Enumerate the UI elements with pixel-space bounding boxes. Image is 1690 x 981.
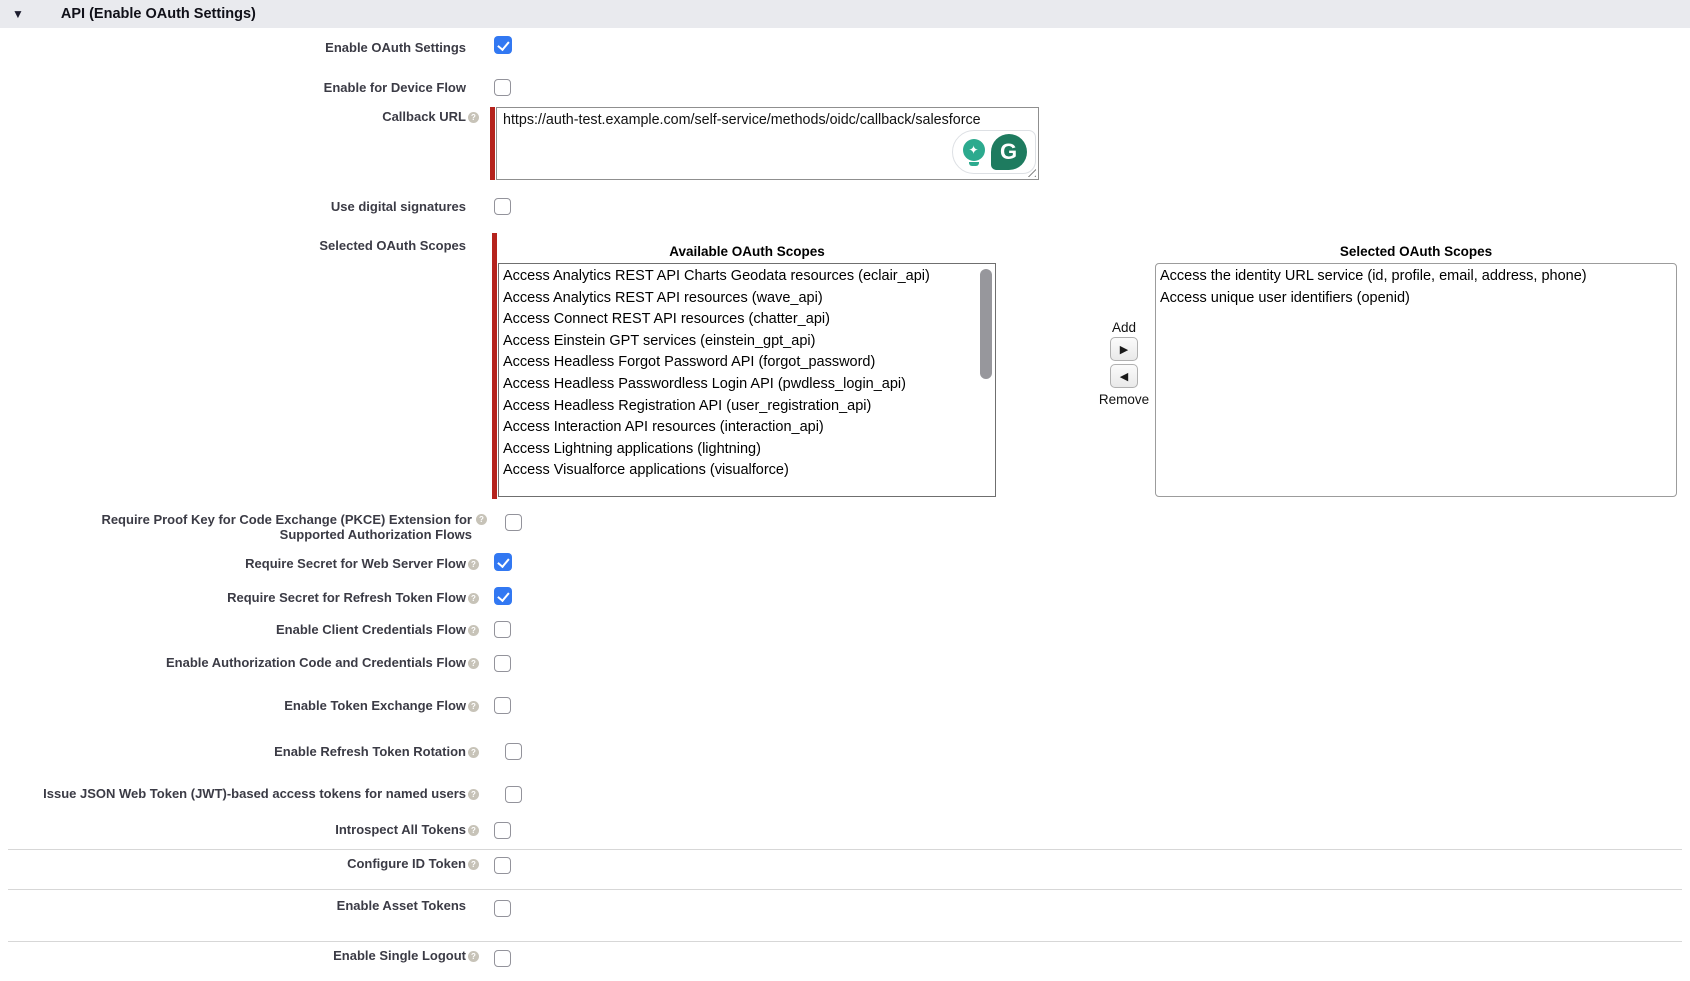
introspect-all-tokens-label: Introspect All Tokens? bbox=[0, 822, 479, 837]
divider bbox=[8, 889, 1682, 890]
callback-url-label: Callback URL? bbox=[0, 109, 479, 124]
introspect-all-tokens-checkbox[interactable] bbox=[494, 822, 511, 839]
required-field-bar bbox=[492, 233, 497, 499]
enable-client-credentials-label: Enable Client Credentials Flow? bbox=[0, 622, 479, 637]
help-icon[interactable]: ? bbox=[468, 593, 479, 604]
add-label: Add bbox=[1094, 320, 1154, 335]
help-icon[interactable]: ? bbox=[468, 859, 479, 870]
enable-device-flow-label: Enable for Device Flow bbox=[0, 80, 479, 95]
scope-option[interactable]: Access Headless Forgot Password API (for… bbox=[503, 352, 995, 374]
help-icon[interactable]: ? bbox=[468, 559, 479, 570]
enable-refresh-token-rotation-checkbox[interactable] bbox=[505, 743, 522, 760]
grammarly-widget[interactable]: ✦ G bbox=[952, 130, 1036, 174]
help-icon[interactable]: ? bbox=[468, 825, 479, 836]
enable-asset-tokens-label: Enable Asset Tokens bbox=[0, 898, 479, 913]
enable-token-exchange-checkbox[interactable] bbox=[494, 697, 511, 714]
enable-oauth-settings-label: Enable OAuth Settings bbox=[0, 40, 479, 55]
scrollbar-thumb[interactable] bbox=[980, 269, 992, 379]
divider bbox=[8, 941, 1682, 942]
oauth-settings-section: ▼ API (Enable OAuth Settings) Enable OAu… bbox=[0, 0, 1690, 981]
use-digital-signatures-label: Use digital signatures bbox=[0, 199, 479, 214]
scope-option[interactable]: Access Lightning applications (lightning… bbox=[503, 439, 995, 461]
label-text: Configure ID Token bbox=[347, 856, 466, 871]
required-field-bar bbox=[490, 107, 495, 180]
remove-label: Remove bbox=[1086, 392, 1162, 407]
arrow-left-icon: ◀ bbox=[1120, 370, 1128, 383]
enable-refresh-token-rotation-label: Enable Refresh Token Rotation? bbox=[0, 744, 479, 759]
label-text: Issue JSON Web Token (JWT)-based access … bbox=[43, 786, 466, 801]
bulb-base bbox=[969, 162, 979, 166]
pkce-label: Require Proof Key for Code Exchange (PKC… bbox=[72, 512, 472, 542]
callback-url-label-text: Callback URL bbox=[382, 109, 466, 124]
require-secret-web-server-label: Require Secret for Web Server Flow? bbox=[0, 556, 479, 571]
require-secret-refresh-token-checkbox[interactable] bbox=[494, 587, 512, 605]
use-digital-signatures-checkbox[interactable] bbox=[494, 198, 511, 215]
configure-id-token-checkbox[interactable] bbox=[494, 857, 511, 874]
label-text: Require Secret for Web Server Flow bbox=[245, 556, 466, 571]
issue-jwt-tokens-checkbox[interactable] bbox=[505, 786, 522, 803]
issue-jwt-tokens-label: Issue JSON Web Token (JWT)-based access … bbox=[0, 786, 479, 801]
scope-option[interactable]: Access Einstein GPT services (einstein_g… bbox=[503, 331, 995, 353]
label-text: Enable Single Logout bbox=[333, 948, 466, 963]
scope-option[interactable]: Access Headless Passwordless Login API (… bbox=[503, 374, 995, 396]
enable-single-logout-checkbox[interactable] bbox=[494, 950, 511, 967]
selected-oauth-scopes-label: Selected OAuth Scopes bbox=[0, 238, 479, 253]
remove-scope-button[interactable]: ◀ bbox=[1110, 364, 1138, 388]
bulb-star-glyph: ✦ bbox=[963, 139, 985, 161]
label-text: Enable Refresh Token Rotation bbox=[274, 744, 466, 759]
enable-token-exchange-label: Enable Token Exchange Flow? bbox=[0, 698, 479, 713]
section-header[interactable]: ▼ API (Enable OAuth Settings) bbox=[0, 0, 1690, 28]
section-title: API (Enable OAuth Settings) bbox=[61, 6, 256, 22]
help-icon[interactable]: ? bbox=[468, 789, 479, 800]
label-text: Enable Authorization Code and Credential… bbox=[166, 655, 466, 670]
selected-scopes-listbox[interactable]: Access the identity URL service (id, pro… bbox=[1155, 263, 1677, 497]
available-scopes-header: Available OAuth Scopes bbox=[498, 244, 996, 259]
configure-id-token-label: Configure ID Token? bbox=[0, 856, 479, 871]
scope-option[interactable]: Access Interaction API resources (intera… bbox=[503, 417, 995, 439]
selected-scopes-header: Selected OAuth Scopes bbox=[1155, 244, 1677, 259]
help-icon[interactable]: ? bbox=[468, 658, 479, 669]
available-scopes-listbox[interactable]: Access Analytics REST API Charts Geodata… bbox=[498, 263, 996, 497]
help-icon[interactable]: ? bbox=[468, 112, 479, 123]
pkce-checkbox[interactable] bbox=[505, 514, 522, 531]
divider bbox=[8, 849, 1682, 850]
label-text: Enable Client Credentials Flow bbox=[276, 622, 466, 637]
enable-single-logout-label: Enable Single Logout? bbox=[0, 948, 479, 963]
scope-option[interactable]: Access Visualforce applications (visualf… bbox=[503, 460, 995, 482]
label-text: Introspect All Tokens bbox=[335, 822, 466, 837]
scope-option[interactable]: Access Analytics REST API Charts Geodata… bbox=[503, 266, 995, 288]
enable-asset-tokens-checkbox[interactable] bbox=[494, 900, 511, 917]
help-icon[interactable]: ? bbox=[468, 951, 479, 962]
scope-option[interactable]: Access the identity URL service (id, pro… bbox=[1160, 266, 1676, 288]
help-icon[interactable]: ? bbox=[468, 747, 479, 758]
scope-option[interactable]: Access Headless Registration API (user_r… bbox=[503, 396, 995, 418]
suggestion-bulb-icon[interactable]: ✦ bbox=[962, 139, 986, 166]
collapse-triangle-icon[interactable]: ▼ bbox=[12, 0, 24, 28]
help-icon[interactable]: ? bbox=[468, 625, 479, 636]
scope-option[interactable]: Access unique user identifiers (openid) bbox=[1160, 288, 1676, 310]
help-icon[interactable]: ? bbox=[476, 514, 487, 525]
add-scope-button[interactable]: ▶ bbox=[1110, 337, 1138, 361]
require-secret-refresh-token-label: Require Secret for Refresh Token Flow? bbox=[0, 590, 479, 605]
scope-option[interactable]: Access Connect REST API resources (chatt… bbox=[503, 309, 995, 331]
enable-device-flow-checkbox[interactable] bbox=[494, 79, 511, 96]
enable-oauth-settings-checkbox[interactable] bbox=[494, 36, 512, 54]
help-icon[interactable]: ? bbox=[468, 701, 479, 712]
enable-auth-code-credentials-checkbox[interactable] bbox=[494, 655, 511, 672]
scope-option[interactable]: Access Analytics REST API resources (wav… bbox=[503, 288, 995, 310]
arrow-right-icon: ▶ bbox=[1120, 343, 1128, 356]
label-text: Enable Token Exchange Flow bbox=[284, 698, 466, 713]
require-secret-web-server-checkbox[interactable] bbox=[494, 553, 512, 571]
label-text: Require Secret for Refresh Token Flow bbox=[227, 590, 466, 605]
enable-auth-code-credentials-label: Enable Authorization Code and Credential… bbox=[0, 655, 479, 670]
grammarly-icon[interactable]: G bbox=[991, 134, 1027, 170]
enable-client-credentials-checkbox[interactable] bbox=[494, 621, 511, 638]
